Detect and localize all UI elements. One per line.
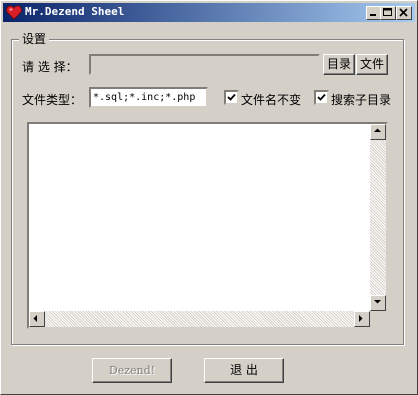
arrow-up-icon <box>374 128 381 132</box>
title-bar[interactable]: Mr.Dezend Sheel <box>3 3 415 22</box>
scroll-right-button[interactable] <box>354 311 370 327</box>
checkmark-icon <box>317 93 326 101</box>
dezend-button[interactable]: Dezend! <box>92 358 172 383</box>
maximize-button[interactable] <box>380 6 396 20</box>
keep-filename-checkbox[interactable] <box>224 90 239 105</box>
filetype-value: *.sql;*.inc;*.php <box>93 92 196 103</box>
scroll-left-button[interactable] <box>29 311 45 327</box>
scroll-down-button[interactable] <box>370 295 386 311</box>
arrow-right-icon <box>359 315 363 322</box>
arrow-left-icon <box>33 315 37 322</box>
maximize-icon <box>383 8 392 16</box>
select-file-button[interactable]: 文件 <box>356 54 388 75</box>
vertical-scrollbar[interactable] <box>370 124 386 311</box>
select-path-label: 请 选 择： <box>22 60 78 74</box>
app-window: Mr.Dezend Sheel 设置 请 选 择： 目录 文件 文件类型： *.… <box>0 0 418 395</box>
checkmark-icon <box>227 93 236 101</box>
exit-button[interactable]: 退 出 <box>204 358 284 383</box>
minimize-icon <box>370 14 376 16</box>
window-title: Mr.Dezend Sheel <box>25 5 125 18</box>
arrow-down-icon <box>374 300 381 304</box>
select-directory-button[interactable]: 目录 <box>323 54 355 75</box>
search-subdirs-label: 搜索子目录 <box>331 93 392 107</box>
filetype-input[interactable]: *.sql;*.inc;*.php <box>89 87 208 108</box>
close-button[interactable] <box>396 6 412 20</box>
close-icon <box>399 8 408 17</box>
horizontal-scrollbar[interactable] <box>29 311 370 327</box>
keep-filename-label: 文件名不变 <box>241 93 302 107</box>
search-subdirs-checkbox[interactable] <box>314 90 329 105</box>
filetype-label: 文件类型： <box>22 93 83 107</box>
path-input[interactable] <box>89 54 320 75</box>
file-list[interactable] <box>27 122 388 329</box>
scroll-up-button[interactable] <box>370 124 386 140</box>
scrollbar-corner <box>370 311 386 327</box>
heart-icon <box>6 5 22 20</box>
settings-group-label: 设置 <box>19 30 50 47</box>
